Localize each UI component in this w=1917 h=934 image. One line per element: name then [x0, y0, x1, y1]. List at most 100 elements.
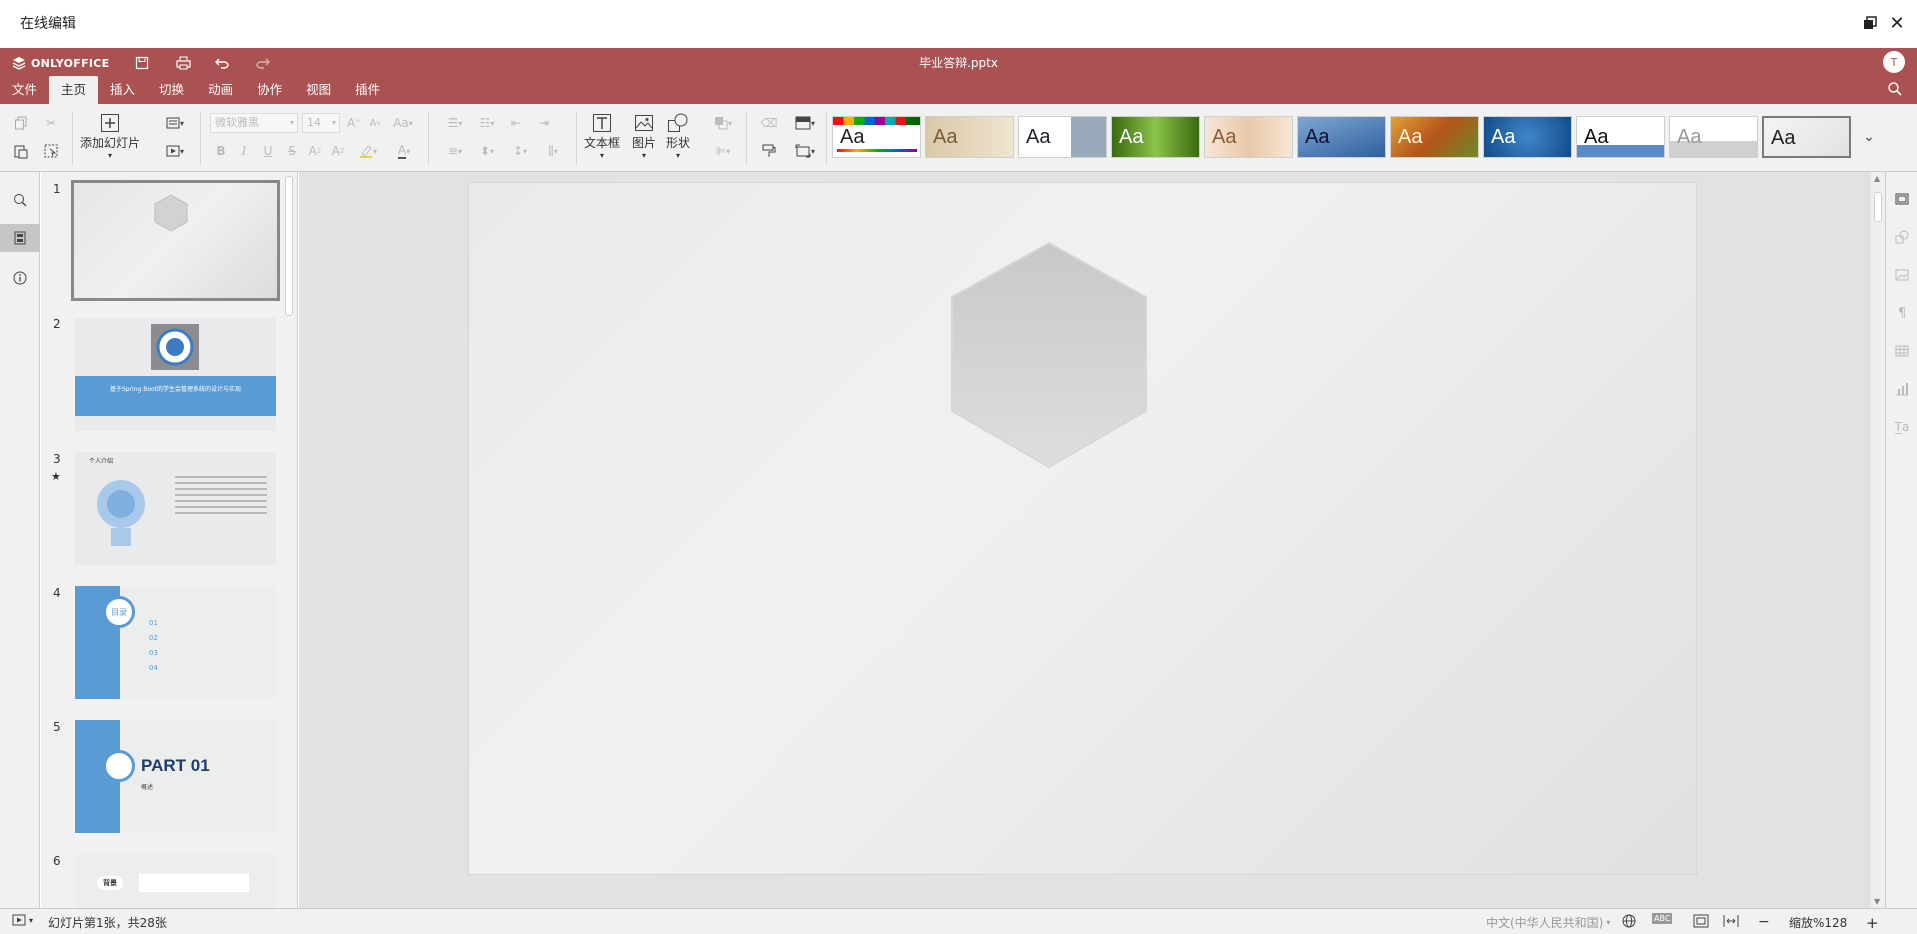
slide-thumbnail-3[interactable]: 个人介绍	[75, 452, 276, 565]
bold-icon[interactable]: B	[210, 140, 232, 162]
align-shape-icon[interactable]: ⊫ ▾	[708, 140, 738, 162]
theme-thumbnail[interactable]: Aa	[925, 116, 1014, 158]
increase-font-icon[interactable]: A ^	[343, 112, 365, 134]
zoom-in-icon[interactable]: +	[1866, 914, 1879, 932]
horizontal-align-icon[interactable]: ≡ ▾	[440, 140, 470, 162]
scroll-up-icon[interactable]: ▲	[1874, 174, 1880, 183]
tab-animation[interactable]: 动画	[196, 76, 245, 104]
theme-thumbnail[interactable]: Aa	[1390, 116, 1479, 158]
insert-textbox-button[interactable]: 文本框 ▾	[584, 112, 620, 160]
toolbar-separator	[746, 112, 747, 164]
numbering-icon[interactable]: ☷ ▾	[472, 112, 502, 134]
paste-icon[interactable]	[10, 140, 32, 162]
restore-window-icon[interactable]	[1858, 11, 1882, 35]
copy-style-icon[interactable]	[758, 140, 780, 162]
scroll-down-icon[interactable]: ▼	[1874, 897, 1880, 906]
zoom-level: 缩放%128	[1789, 916, 1848, 930]
theme-thumbnail[interactable]: Aa	[1483, 116, 1572, 158]
table-settings-icon[interactable]	[1891, 340, 1913, 362]
spellcheck-icon[interactable]: ABC	[1652, 913, 1673, 924]
tab-transitions[interactable]: 切换	[147, 76, 196, 104]
theme-thumbnail-selected[interactable]: Aa	[1762, 116, 1851, 158]
theme-label: Aa	[933, 126, 958, 148]
arrange-icon[interactable]: ▾	[708, 112, 738, 134]
theme-thumbnail[interactable]: Aa	[1576, 116, 1665, 158]
toc-list: 01 02 03 04	[149, 616, 158, 676]
italic-icon[interactable]: I	[233, 140, 255, 162]
fit-slide-icon[interactable]	[1693, 914, 1709, 928]
theme-thumbnail[interactable]: Aa	[832, 116, 921, 158]
slide-thumbnail-2[interactable]: 基于Spring Boot的学生会管理系统的设计与实现	[75, 318, 276, 431]
slide-settings-icon[interactable]	[1891, 188, 1913, 210]
tab-home[interactable]: 主页	[49, 76, 99, 104]
font-color-icon[interactable]: A ▾	[388, 140, 420, 162]
change-case-icon[interactable]: Aa ▾	[388, 112, 418, 134]
slide-layout-icon[interactable]: ▾	[160, 112, 190, 134]
slide-editor-canvas[interactable]	[299, 172, 1871, 908]
user-avatar[interactable]: T	[1883, 51, 1905, 73]
columns-icon[interactable]: ⫼ ▾	[538, 140, 568, 162]
tab-file[interactable]: 文件	[0, 76, 49, 104]
tab-plugins[interactable]: 插件	[343, 76, 392, 104]
paragraph-settings-icon[interactable]: ¶	[1891, 302, 1913, 324]
clear-style-icon[interactable]: ⌫	[758, 112, 780, 134]
tab-collaboration[interactable]: 协作	[245, 76, 294, 104]
start-slideshow-icon[interactable]: ▾	[160, 140, 190, 162]
theme-thumbnail[interactable]: Aa	[1111, 116, 1200, 158]
about-info-icon[interactable]	[8, 266, 32, 290]
underline-icon[interactable]: U	[257, 140, 279, 162]
editor-vertical-scrollbar[interactable]: ▲ ▼	[1871, 172, 1885, 908]
text-art-settings-icon[interactable]: T̲a	[1891, 416, 1913, 438]
hexagon-shape[interactable]	[946, 239, 1152, 471]
subscript-icon[interactable]: A2	[327, 140, 349, 162]
fit-width-icon[interactable]	[1723, 914, 1739, 928]
language-label: 中文(中华人民共和国)	[1486, 916, 1604, 930]
slide-thumbnail-6[interactable]: 背景	[75, 854, 276, 908]
line-spacing-icon[interactable]: ↕ ▾	[505, 140, 535, 162]
search-icon[interactable]	[1887, 81, 1905, 99]
slide-thumbnail-1[interactable]	[71, 180, 280, 301]
decrease-font-icon[interactable]: Av	[364, 112, 386, 134]
select-all-icon[interactable]	[40, 140, 62, 162]
search-icon[interactable]	[8, 188, 32, 212]
highlight-color-icon[interactable]: ▾	[352, 140, 384, 162]
theme-thumbnail[interactable]: Aa	[1204, 116, 1293, 158]
theme-thumbnail[interactable]: Aa	[1669, 116, 1758, 158]
color-scheme-icon[interactable]: ▾	[790, 112, 820, 134]
bullets-icon[interactable]: ☰ ▾	[440, 112, 470, 134]
play-slideshow-icon[interactable]: ▾	[12, 914, 33, 926]
theme-thumbnail[interactable]: Aa	[1018, 116, 1107, 158]
vertical-align-icon[interactable]: ⬍ ▾	[472, 140, 502, 162]
language-selector[interactable]: 中文(中华人民共和国) ▾	[1486, 914, 1610, 931]
slide-size-icon[interactable]: ▾	[790, 140, 820, 162]
current-slide[interactable]	[469, 183, 1696, 874]
increase-indent-icon[interactable]: ⇥	[533, 112, 555, 134]
add-slide-button[interactable]: 添加幻灯片 ▾	[80, 112, 140, 160]
tab-view[interactable]: 视图	[294, 76, 343, 104]
decrease-indent-icon[interactable]: ⇤	[505, 112, 527, 134]
font-size-combo[interactable]: 14 ▾	[302, 113, 340, 133]
cut-icon[interactable]: ✂	[40, 112, 62, 134]
slide-title-band: 基于Spring Boot的学生会管理系统的设计与实现	[75, 376, 276, 416]
copy-icon[interactable]	[10, 112, 32, 134]
panel-scrollbar[interactable]	[285, 176, 293, 316]
image-settings-icon[interactable]	[1891, 264, 1913, 286]
slide-thumbnail-5[interactable]: PART 01 概述	[75, 720, 276, 833]
tab-insert[interactable]: 插入	[98, 76, 147, 104]
insert-shape-button[interactable]: 形状 ▾	[666, 112, 690, 160]
strikethrough-icon[interactable]: S	[281, 140, 303, 162]
zoom-out-icon[interactable]: −	[1758, 914, 1770, 930]
insert-image-button[interactable]: 图片 ▾	[632, 112, 656, 160]
slide-number: 3	[53, 452, 61, 466]
shape-settings-icon[interactable]	[1891, 226, 1913, 248]
more-themes-chevron-icon[interactable]: ⌄	[1858, 126, 1880, 148]
scrollbar-thumb[interactable]	[1874, 192, 1882, 222]
slide-thumbnail-4[interactable]: 目录 01 02 03 04	[75, 586, 276, 699]
slides-panel-icon[interactable]	[0, 224, 40, 252]
superscript-icon[interactable]: A2	[304, 140, 326, 162]
chart-settings-icon[interactable]	[1891, 378, 1913, 400]
globe-icon[interactable]	[1622, 914, 1636, 928]
theme-thumbnail[interactable]: Aa	[1297, 116, 1386, 158]
font-name-combo[interactable]: 微软雅黑 ▾	[210, 113, 298, 133]
close-window-icon[interactable]: ✕	[1885, 11, 1909, 35]
